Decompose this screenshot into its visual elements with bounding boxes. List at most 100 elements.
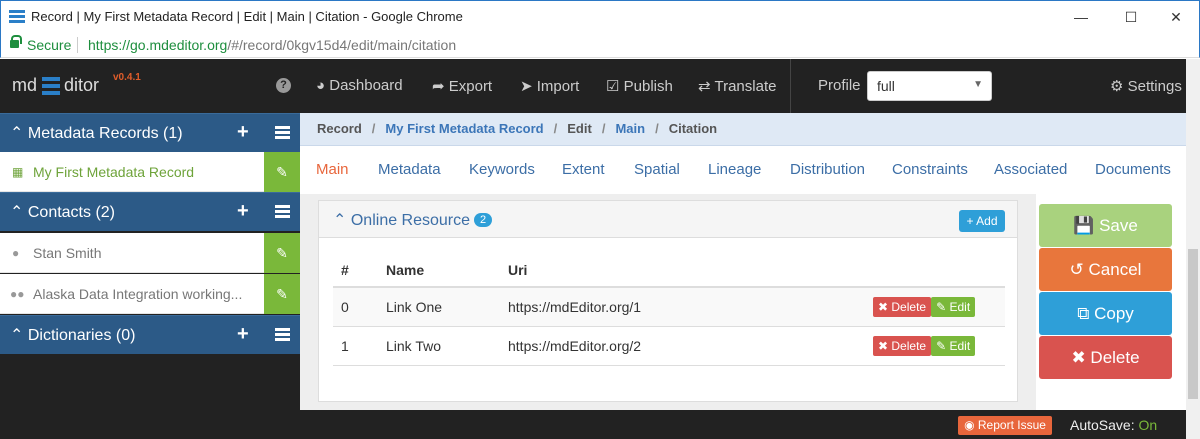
- table-icon: ▦: [12, 165, 24, 179]
- profile-label: Profile: [818, 77, 861, 94]
- dashboard-icon: ◕: [316, 77, 326, 94]
- help-icon[interactable]: ?: [276, 78, 291, 93]
- scrollbar-thumb[interactable]: [1188, 249, 1198, 399]
- brand-prefix: md: [12, 75, 38, 95]
- maximize-icon[interactable]: ☐: [1111, 3, 1151, 31]
- export-icon: ➦: [432, 78, 445, 95]
- floppy-icon: 💾: [1073, 216, 1095, 235]
- chevron-down-icon: ▼: [973, 79, 983, 90]
- online-resource-panel: ⌃ Online Resource 2 + Add # Name Uri 0 Li…: [318, 200, 1018, 402]
- tab-keywords[interactable]: Keywords: [469, 161, 535, 178]
- user-icon: ●: [12, 246, 20, 260]
- delete-button[interactable]: ✖ Delete: [873, 296, 932, 317]
- row-name: Link Two: [378, 326, 500, 366]
- list-icon[interactable]: [275, 205, 290, 219]
- edit-button[interactable]: ✎ Edit: [931, 335, 976, 356]
- section-metadata-records[interactable]: ⌃ Metadata Records (1) +: [0, 113, 300, 152]
- nav-translate[interactable]: ⇄ Translate: [698, 77, 776, 95]
- nav-settings[interactable]: ⚙ Settings: [1110, 77, 1182, 95]
- edit-pencil-icon[interactable]: ✎: [264, 274, 300, 314]
- scrollbar[interactable]: [1186, 59, 1200, 439]
- tab-metadata[interactable]: Metadata: [378, 161, 441, 178]
- url-path: /#/record/0kgv15d4/edit/main/citation: [227, 37, 457, 53]
- import-icon: ➤: [520, 78, 533, 95]
- tab-spatial[interactable]: Spatial: [634, 161, 680, 178]
- add-contact-icon[interactable]: +: [237, 201, 249, 221]
- resource-table: # Name Uri 0 Link One https://mdEditor.o…: [333, 253, 1005, 366]
- section-label: ⌃ Dictionaries (0): [10, 327, 136, 344]
- nav-publish[interactable]: ☑ Publish: [606, 77, 673, 95]
- app-icon: [9, 10, 25, 24]
- row-uri: https://mdEditor.org/1: [500, 287, 865, 327]
- tab-documents[interactable]: Documents: [1095, 161, 1171, 178]
- tab-lineage[interactable]: Lineage: [708, 161, 761, 178]
- tab-associated[interactable]: Associated: [994, 161, 1067, 178]
- minimize-icon[interactable]: —: [1061, 3, 1101, 31]
- delete-button[interactable]: ✖ Delete: [1039, 336, 1172, 379]
- row-name: Link One: [378, 287, 500, 327]
- tab-distribution[interactable]: Distribution: [790, 161, 865, 178]
- sidebar-item-record[interactable]: ▦ My First Metadata Record ✎: [0, 152, 300, 192]
- list-icon[interactable]: [275, 328, 290, 342]
- tab-main[interactable]: Main: [316, 161, 349, 178]
- row-index: 1: [333, 326, 378, 366]
- nav-import[interactable]: ➤ Import: [520, 77, 579, 95]
- section-dictionaries[interactable]: ⌃ Dictionaries (0) +: [0, 315, 300, 354]
- cancel-button[interactable]: ↺ Cancel: [1039, 248, 1172, 291]
- nav-dashboard[interactable]: ◕ Dashboard: [316, 77, 403, 94]
- lock-icon: [10, 35, 22, 48]
- profile-value: full: [877, 78, 895, 94]
- autosave-status[interactable]: AutoSave: On: [1070, 417, 1157, 433]
- breadcrumb: Record / My First Metadata Record / Edit / Mai…: [300, 113, 1200, 146]
- publish-icon: ☑: [606, 78, 620, 95]
- edit-pencil-icon[interactable]: ✎: [264, 233, 300, 273]
- address-bar[interactable]: Secure https://go.mdeditor.org/#/record/…: [0, 32, 1200, 58]
- translate-icon: ⇄: [698, 78, 711, 95]
- breadcrumb-item: Citation: [668, 121, 718, 136]
- secure-label: Secure: [27, 37, 72, 53]
- breadcrumb-item[interactable]: Record: [317, 121, 362, 136]
- row-index: 0: [333, 287, 378, 327]
- add-button[interactable]: + Add: [959, 210, 1005, 232]
- edit-button[interactable]: ✎ Edit: [931, 296, 976, 317]
- breadcrumb-item[interactable]: Main: [615, 121, 645, 136]
- brand-suffix: ditor: [64, 75, 100, 95]
- table-row: 1 Link Two https://mdEditor.org/2 ✖ Dele…: [333, 326, 1005, 366]
- gear-icon: ⚙: [1110, 78, 1124, 95]
- section-label: ⌃ Metadata Records (1): [10, 125, 183, 142]
- nav-export[interactable]: ➦ Export: [432, 77, 492, 95]
- edit-pencil-icon[interactable]: ✎: [264, 152, 300, 192]
- sidebar: md ditor v0.4.1 ? ⌃ Metadata Records (1)…: [0, 59, 300, 439]
- add-record-icon[interactable]: +: [237, 122, 249, 142]
- save-button[interactable]: 💾 Save: [1039, 204, 1172, 247]
- github-icon: ◉: [964, 418, 975, 432]
- url-text[interactable]: https://go.mdeditor.org/#/record/0kgv15d…: [88, 37, 456, 53]
- panel-header[interactable]: ⌃ Online Resource 2 + Add: [319, 201, 1017, 238]
- table-row: 0 Link One https://mdEditor.org/1 ✖ Dele…: [333, 287, 1005, 327]
- copy-icon: ⧉: [1077, 304, 1090, 323]
- brand[interactable]: md ditor v0.4.1 ?: [0, 59, 300, 113]
- copy-button[interactable]: ⧉ Copy: [1039, 292, 1172, 335]
- tab-extent[interactable]: Extent: [562, 161, 605, 178]
- report-issue-button[interactable]: ◉ Report Issue: [958, 416, 1052, 435]
- delete-button[interactable]: ✖ Delete: [873, 335, 932, 356]
- sidebar-item-contact[interactable]: ●● Alaska Data Integration working... ✎: [0, 274, 300, 314]
- top-nav: ◕ Dashboard ➦ Export ➤ Import ☑ Publish …: [300, 59, 1200, 113]
- sidebar-item-contact[interactable]: ● Stan Smith ✎: [0, 233, 300, 273]
- window-titlebar: Record | My First Metadata Record | Edit…: [0, 0, 1200, 32]
- column-header: Name: [378, 253, 500, 288]
- contact-label: Alaska Data Integration working...: [33, 286, 243, 302]
- breadcrumb-item[interactable]: Edit: [567, 121, 592, 136]
- list-icon[interactable]: [275, 126, 290, 140]
- profile-select[interactable]: full ▼: [867, 71, 992, 101]
- section-label: ⌃ Contacts (2): [10, 204, 115, 221]
- close-icon[interactable]: ✕: [1156, 3, 1196, 31]
- section-contacts[interactable]: ⌃ Contacts (2) +: [0, 192, 300, 231]
- contact-label: Stan Smith: [33, 245, 102, 261]
- close-icon: ✖: [1071, 348, 1086, 367]
- breadcrumb-item[interactable]: My First Metadata Record: [385, 121, 543, 136]
- url-host: https://go.mdeditor.org: [88, 37, 228, 53]
- tab-constraints[interactable]: Constraints: [892, 161, 968, 178]
- count-badge: 2: [474, 213, 493, 227]
- add-dictionary-icon[interactable]: +: [237, 324, 249, 344]
